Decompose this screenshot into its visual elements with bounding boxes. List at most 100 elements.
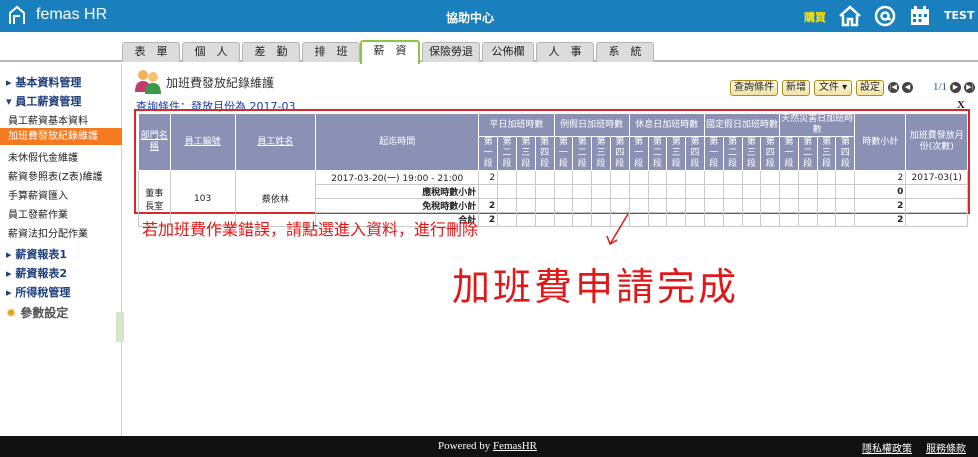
powered-by: Powered by FemasHR [438, 440, 537, 452]
sidebar-section-params-label: 參數設定 [20, 306, 69, 320]
subheader-segment: 第一段 [478, 136, 499, 171]
exempt-subtotal-label: 免稅時數小計 [315, 198, 480, 213]
femashr-link[interactable]: FemasHR [493, 440, 537, 452]
subheader-segment: 第四段 [835, 136, 856, 171]
page-title: 加班費發放紀錄維護 [166, 76, 275, 90]
header-dept[interactable]: 部門名稱 [138, 113, 171, 171]
header-total-hours: 時數小計 [854, 113, 907, 171]
taxable-subtotal-label: 應稅時數小計 [315, 184, 480, 199]
records-table-frame: 部門名稱 員工編號 員工姓名 起迄時間 平日加班時數 例假日加班時數 休息日加班… [134, 109, 970, 227]
page-indicator: 1/1 [933, 81, 948, 93]
sum-value: 2 [854, 212, 907, 227]
last-page-icon[interactable]: ▶| [964, 82, 975, 93]
tab-hr[interactable]: 人 事 [536, 42, 594, 62]
subheader-segment: 第二段 [722, 136, 743, 171]
subheader-segment: 第四段 [760, 136, 781, 171]
header-weekday: 平日加班時數 [478, 113, 555, 137]
subheader-segment: 第三段 [741, 136, 762, 171]
annotation-arrow-icon [606, 213, 629, 246]
tab-personal[interactable]: 個 人 [182, 42, 240, 62]
header-emp-name[interactable]: 員工姓名 [234, 113, 317, 171]
logo-text: femas HR [36, 6, 108, 23]
subheader-segment: 第四段 [534, 136, 555, 171]
sidebar-section-params[interactable]: ✹ 參數設定 [0, 304, 122, 321]
subheader-segment: 第二段 [647, 136, 668, 171]
header-regular-holiday: 例假日加班時數 [553, 113, 630, 137]
cell-period[interactable]: 2017-03-20(一) 19:00 - 21:00 [315, 170, 480, 185]
next-page-icon[interactable]: ▶ [950, 82, 961, 93]
annotation-note: 若加班費作業錯誤，請點選進入資料，進行刪除 [142, 220, 479, 239]
tab-forms[interactable]: 表 單 [122, 42, 180, 62]
home-logo-icon [9, 5, 25, 24]
main-content: 加班費發放紀錄維護 查詢條件 新增 文件 ▾ 設定 |◀ ◀ 1/1 ▶ ▶| … [124, 64, 978, 436]
sidebar-section-tax[interactable]: ▸ 所得稅管理 [0, 284, 122, 300]
query-button[interactable]: 查詢條件 [730, 80, 778, 96]
exempt-subtotal-seg1: 2 [478, 198, 499, 213]
subheader-segment: 第三段 [666, 136, 687, 171]
tab-system[interactable]: 系 統 [596, 42, 654, 62]
header-issue-month: 加班費發放月份(次數) [905, 113, 968, 171]
taxable-subtotal-value: 0 [854, 184, 907, 199]
home-icon[interactable] [838, 4, 862, 28]
top-bar: femas HR 協助中心 購買 TEST [0, 0, 978, 32]
annotation-headline: 加班費申請完成 [452, 265, 740, 309]
tab-insurance[interactable]: 保險勞退 [422, 42, 480, 62]
subheader-segment: 第三段 [816, 136, 837, 171]
people-icon [135, 70, 161, 94]
user-name[interactable]: TEST [944, 9, 974, 22]
header-rest-day: 休息日加班時數 [628, 113, 705, 137]
subheader-segment: 第二段 [797, 136, 818, 171]
header-period: 起迄時間 [315, 113, 480, 171]
tab-attendance[interactable]: 差 勤 [242, 42, 300, 62]
sidebar-item-z-table[interactable]: 薪資參照表(Z表)維護 [0, 168, 122, 183]
email-at-icon[interactable] [873, 4, 897, 28]
subheader-segment: 第四段 [609, 136, 630, 171]
sidebar-section-report2[interactable]: ▸ 薪資報表2 [0, 265, 122, 281]
tab-scheduling[interactable]: 排 班 [302, 42, 360, 62]
cell-weekday-seg1: 2 [478, 170, 499, 185]
buy-link[interactable]: 購買 [804, 9, 826, 25]
sidebar-item-salary-basic[interactable]: 員工薪資基本資料 [0, 112, 122, 127]
sidebar: ▸ 基本資料管理 ▾ 員工薪資管理 員工薪資基本資料 加班費發放紀錄維護 未休假… [0, 64, 122, 436]
sidebar-item-deduction[interactable]: 薪資法扣分配作業 [0, 225, 122, 240]
subheader-segment: 第三段 [515, 136, 536, 171]
sidebar-section-payroll[interactable]: ▾ 員工薪資管理 [0, 93, 122, 109]
footer: Powered by FemasHR 隱私權政策 服務條款 [0, 436, 978, 457]
overtime-records-table: 部門名稱 員工編號 員工姓名 起迄時間 平日加班時數 例假日加班時數 休息日加班… [138, 113, 968, 227]
sidebar-item-leave-cash[interactable]: 未休假代金維護 [0, 149, 122, 164]
sidebar-collapse-handle[interactable] [116, 312, 124, 342]
subheader-segment: 第一段 [779, 136, 799, 171]
sidebar-item-manual-import[interactable]: 手算薪資匯入 [0, 187, 122, 202]
first-page-icon[interactable]: |◀ [888, 82, 899, 93]
subheader-segment: 第一段 [703, 136, 724, 171]
module-tabs: 表 單 個 人 差 勤 排 班 薪 資 保險勞退 公佈欄 人 事 系 統 [0, 32, 978, 64]
gear-icon: ✹ [6, 306, 17, 320]
subheader-segment: 第三段 [591, 136, 611, 171]
sidebar-section-report1[interactable]: ▸ 薪資報表1 [0, 246, 122, 262]
table-row[interactable]: 董事長室 103 蔡依林 2017-03-20(一) 19:00 - 21:00… [138, 170, 968, 227]
tab-bulletin[interactable]: 公佈欄 [482, 42, 534, 62]
femas-logo[interactable]: femas HR [8, 4, 107, 26]
help-center-link[interactable]: 協助中心 [446, 9, 494, 26]
settings-button[interactable]: 設定 [856, 80, 884, 96]
subheader-segment: 第一段 [628, 136, 649, 171]
subheader-segment: 第二段 [572, 136, 593, 171]
header-emp-no[interactable]: 員工編號 [169, 113, 236, 171]
terms-link[interactable]: 服務條款 [926, 440, 966, 455]
add-button[interactable]: 新增 [782, 80, 810, 96]
subheader-segment: 第四段 [685, 136, 705, 171]
sidebar-item-overtime-records[interactable]: 加班費發放紀錄維護 [0, 128, 122, 145]
file-menu-button[interactable]: 文件 ▾ [814, 80, 852, 96]
subheader-segment: 第一段 [553, 136, 574, 171]
sidebar-section-basic[interactable]: ▸ 基本資料管理 [0, 74, 122, 90]
cell-issue-month: 2017-03(1) [905, 170, 968, 185]
cell-total-hours: 2 [854, 170, 907, 185]
sidebar-item-payday[interactable]: 員工發薪作業 [0, 206, 122, 221]
prev-page-icon[interactable]: ◀ [902, 82, 913, 93]
exempt-subtotal-value: 2 [854, 198, 907, 213]
tab-payroll[interactable]: 薪 資 [360, 40, 420, 64]
subheader-segment: 第二段 [497, 136, 517, 171]
calendar-icon[interactable] [908, 4, 932, 28]
privacy-link[interactable]: 隱私權政策 [862, 440, 912, 455]
header-disaster-day: 天然災害日加班時數 [779, 113, 856, 137]
